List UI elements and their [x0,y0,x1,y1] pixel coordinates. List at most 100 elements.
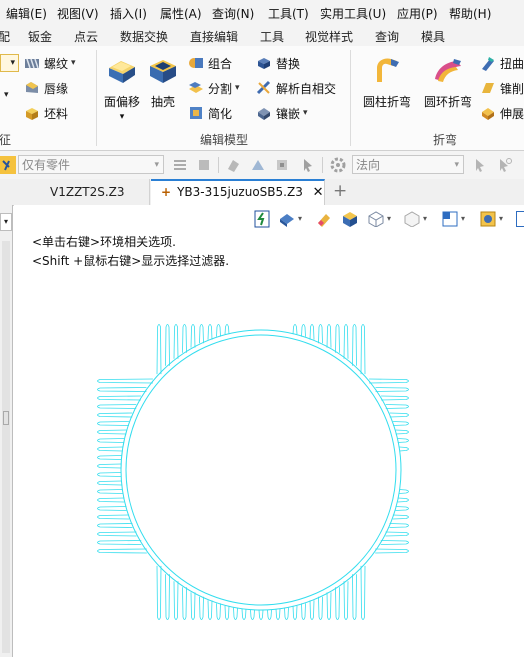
selection-filter-combo[interactable]: 仅有零件 ▾ [18,155,164,174]
pick-edge-icon[interactable] [250,157,266,173]
simplify-button[interactable]: 简化 [188,103,232,123]
menu-view[interactable]: 视图(V) [57,5,99,22]
cooling-fin [182,587,187,620]
menu-edit[interactable]: 编辑(E) [6,5,47,22]
tab-data-exchange[interactable]: 数据交换 [120,28,168,45]
cooling-fin [224,605,230,620]
taper-label: 锥削 [500,81,524,96]
thread-button[interactable]: 螺纹 ▾ [24,53,76,73]
cooling-fin [97,412,133,418]
left-panel: ▾ [0,205,13,657]
tab-tools[interactable]: 工具 [260,28,284,45]
inlay-icon [258,108,270,120]
menu-utilities[interactable]: 实用工具(U) [320,5,386,22]
cooling-fin [326,592,332,620]
cooling-fin [97,514,130,520]
cooling-fin [216,324,221,337]
tab-point-cloud[interactable]: 点云 [74,28,98,45]
face-offset-button[interactable]: 面偏移 ▾ [100,54,144,122]
split-button[interactable]: 分割 ▾ [188,78,240,98]
close-icon[interactable]: ✕ [313,185,324,200]
torus-bend-button[interactable]: 圆环折弯 [420,54,476,110]
doc-tab-active[interactable]: + YB3-315juzuoSB5.Z3 ✕ [151,179,325,205]
cooling-fin [207,600,213,620]
ribbon-panel: ▾ ▾ 螺纹▾ 唇缘 坯料 征 面偏移 ▾ 抽壳 组合 分割▾ 简化 替换 [0,46,524,151]
shell-button[interactable]: 抽壳 [145,54,181,110]
taper-button[interactable]: 锥削 [480,78,524,98]
cooling-fin [250,609,255,620]
cooling-fin [397,438,409,443]
cooling-fin [97,506,127,511]
cylinder-bend-button[interactable]: 圆柱折弯 [358,54,416,110]
cooling-fin [318,596,323,620]
resolve-self-intersect-button[interactable]: 解析自相交 [256,78,336,98]
scrollbar-thumb[interactable] [3,411,9,425]
selection-filter-icon[interactable] [0,156,16,174]
tab-visual-style[interactable]: 视觉样式 [305,28,353,45]
filter-part-icon[interactable] [196,157,212,173]
gear-icon[interactable] [330,157,346,173]
cooling-fin [97,455,122,460]
menu-query[interactable]: 查询(N) [212,5,254,22]
replace-icon [258,58,270,69]
cooling-fin [173,324,179,359]
cursor-icon[interactable] [300,157,316,173]
blank-button[interactable]: 坯料 [24,103,68,123]
blank-label: 坯料 [44,106,69,121]
pick-pointer-icon[interactable] [496,157,512,173]
tab-assembly-fragment[interactable]: 配 [0,28,10,45]
cooling-fin [352,574,357,620]
graphics-viewport[interactable]: ▾ ▾ ▾ ▾ ▾ <单击右键>环境相关选项. <Shift +鼠标右键>显示选… [14,205,524,657]
document-tab-bar: V1ZZT2S.Z3 + YB3-315juzuoSB5.Z3 ✕ + [0,179,524,206]
tab-query[interactable]: 查询 [375,28,399,45]
tab-direct-edit[interactable]: 直接编辑 [190,28,238,45]
split-label: 分割 [208,81,233,96]
cooling-fin [318,324,323,344]
menu-tools[interactable]: 工具(T) [268,5,309,22]
cooling-fin [395,429,409,435]
combine-button[interactable]: 组合 [188,53,232,73]
feature-group-label-fragment: 征 [0,133,12,147]
stretch-button[interactable]: 伸展 [480,103,524,123]
cooling-fin [97,497,125,503]
taper-icon [482,83,494,93]
bend-group-label: 折弯 [433,133,458,147]
gear-wireframe-model[interactable] [14,205,524,657]
new-tab-icon[interactable]: + [333,181,347,201]
pick-vertex-icon[interactable] [274,157,290,173]
cooling-fin [301,603,306,620]
cooling-fin [389,523,409,528]
cooling-fin [267,609,272,620]
panel-scrollbar[interactable] [2,241,10,653]
direction-combo[interactable]: 法向 ▾ [352,155,464,174]
outer-circle [120,329,402,611]
replace-button[interactable]: 替换 [256,53,300,73]
twist-button[interactable]: 扭曲 [480,53,524,73]
cooling-fin [343,324,349,359]
menu-help[interactable]: 帮助(H) [449,5,491,22]
cooling-fin [97,421,129,426]
cooling-fin [385,531,409,537]
cooling-fin [97,472,122,477]
menu-insert[interactable]: 插入(I) [110,5,147,22]
resolve-self-intersect-label: 解析自相交 [276,81,337,96]
cooling-fin [395,506,409,511]
lip-button[interactable]: 唇缘 [24,78,68,98]
inlay-button[interactable]: 镶嵌 ▾ [256,103,308,123]
pointer-icon[interactable] [472,157,488,173]
chevron-down-icon: ▾ [4,90,9,100]
chevron-down-icon[interactable]: ▾ [0,213,12,231]
twist-icon [482,57,494,71]
torus-bend-label: 圆环折弯 [423,95,472,109]
menu-attribute[interactable]: 属性(A) [160,5,202,22]
menu-apps[interactable]: 应用(P) [397,5,438,22]
tab-sheet-metal[interactable]: 钣金 [28,28,52,45]
filter-tool-icon[interactable] [172,157,188,173]
blank-icon [26,108,38,120]
feature-dropdown-fragment[interactable]: ▾ [0,54,19,72]
doc-tab[interactable]: V1ZZT2S.Z3 [16,179,150,205]
pick-face-icon[interactable] [226,157,242,173]
cooling-fin [360,565,366,620]
cooling-fin [97,489,123,494]
tab-mold[interactable]: 模具 [421,28,445,45]
